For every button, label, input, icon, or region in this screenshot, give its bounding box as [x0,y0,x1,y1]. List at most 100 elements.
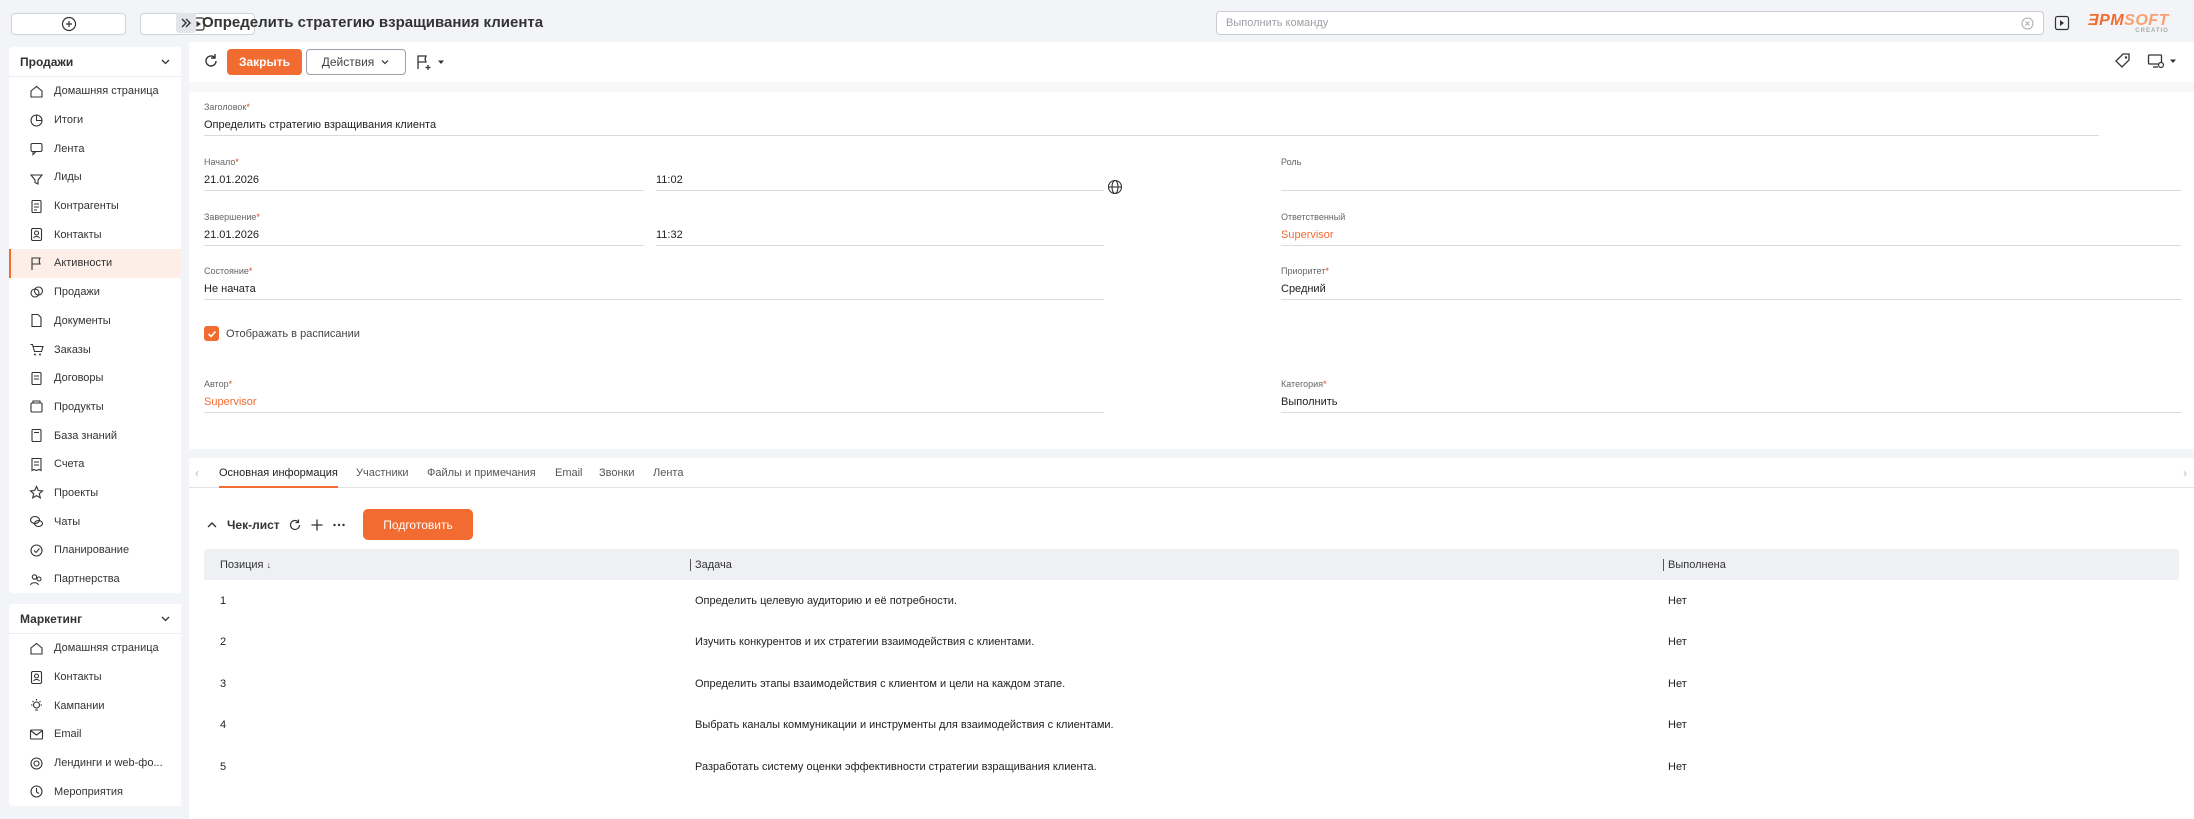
sidebar-item[interactable]: Продукты [9,393,181,422]
sidebar-item[interactable]: Кампании [9,691,181,720]
priority-value[interactable]: Средний [1281,278,2181,300]
end-time-value[interactable]: 11:32 [656,224,1104,246]
add-button[interactable] [11,13,126,35]
tag-icon[interactable] [2114,52,2132,70]
sidebar-item[interactable]: Партнерства [9,565,181,594]
sidebar-item[interactable]: Домашняя страница [9,634,181,663]
chevron-down-icon [161,59,170,65]
tab-feed[interactable]: Лента [653,458,683,488]
sidebar-item[interactable]: Проекты [9,479,181,508]
category-field[interactable]: Категория* Выполнить [1281,379,2181,413]
start-date-field[interactable]: Начало* 21.01.2026 [204,157,644,191]
tab-main-info[interactable]: Основная информация [219,458,338,488]
sidebar-item[interactable]: Планирование [9,536,181,565]
sidebar-item[interactable]: Договоры [9,364,181,393]
role-value[interactable] [1281,169,2181,191]
view-settings-button[interactable] [2147,52,2183,70]
document-icon [31,314,42,328]
sidebar-section-header[interactable]: Продажи [9,47,181,77]
table-row[interactable]: 5 Разработать систему оценки эффективност… [204,746,2179,788]
priority-field[interactable]: Приоритет* Средний [1281,266,2181,300]
table-row[interactable]: 4 Выбрать каналы коммуникации и инструмен… [204,705,2179,747]
tabs-scroll-right-icon[interactable]: › [2183,466,2187,480]
sidebar-item[interactable]: Лента [9,134,181,163]
owner-value[interactable]: Supervisor [1281,224,2181,246]
sidebar-item[interactable]: Контрагенты [9,192,181,221]
play-screen-icon [2054,15,2070,31]
sidebar-item[interactable]: Контакты [9,220,181,249]
title-value[interactable]: Определить стратегию взращивания клиента [204,114,2099,136]
refresh-icon[interactable] [202,52,220,70]
globe-icon[interactable] [1107,179,1123,195]
sidebar-item-label: Лента [54,142,85,155]
sidebar-item-label: Планирование [54,544,130,557]
sidebar-item[interactable]: Домашняя страница [9,77,181,106]
sidebar-section-marketing: Маркетинг Домашняя страница Контакты Кампан… [9,604,181,807]
start-time-field[interactable]: 11:02 [656,157,1104,191]
tab-email[interactable]: Email [555,458,583,488]
table-row[interactable]: 3 Определить этапы взаимодействия с клиен… [204,663,2179,705]
sidebar-item[interactable]: Мероприятия [9,777,181,806]
status-value[interactable]: Не начата [204,278,1104,300]
sidebar-item[interactable]: База знаний [9,421,181,450]
tab-participants[interactable]: Участники [356,458,409,488]
status-field[interactable]: Состояние* Не начата [204,266,1104,300]
sidebar-item[interactable]: Email [9,720,181,749]
sidebar-item[interactable]: Лендинги и web-фо... [9,749,181,778]
tab-files[interactable]: Файлы и примечания [427,458,536,488]
flag-menu-button[interactable] [415,53,451,71]
end-date-field[interactable]: Завершение* 21.01.2026 [204,212,644,246]
command-input[interactable]: Выполнить команду [1216,11,2044,35]
clear-icon[interactable] [2021,17,2034,30]
column-done[interactable]: Выполнена [1663,558,2179,571]
start-date-value[interactable]: 21.01.2026 [204,169,644,191]
actions-button[interactable]: Действия [306,49,406,75]
more-icon[interactable] [332,518,346,532]
table-row[interactable]: 2 Изучить конкурентов и их стратегии взаи… [204,622,2179,664]
category-value[interactable]: Выполнить [1281,391,2181,413]
sidebar-item-label: Заказы [54,343,91,356]
close-button[interactable]: Закрыть [227,49,302,75]
sidebar-item[interactable]: Продажи [9,278,181,307]
cell-done: Нет [1668,636,1687,649]
sidebar-item[interactable]: Чаты [9,507,181,536]
sidebar-item[interactable]: Счета [9,450,181,479]
leads-icon [29,174,44,185]
role-field[interactable]: Роль [1281,157,2181,191]
tab-calls[interactable]: Звонки [599,458,635,488]
sidebar-section-header[interactable]: Маркетинг [9,604,181,634]
column-position[interactable]: Позиция ↓ [204,559,690,571]
author-field[interactable]: Автор* Supervisor [204,379,1104,413]
priority-label-text: Приоритет [1281,266,1326,276]
plus-icon[interactable] [310,518,324,532]
checkbox-checked-icon[interactable] [204,326,219,341]
sidebar-item[interactable]: Документы [9,307,181,336]
checkmark-icon [207,330,216,338]
checklist-title: Чек-лист [227,518,280,532]
end-date-value[interactable]: 21.01.2026 [204,224,644,246]
author-value[interactable]: Supervisor [204,391,1104,413]
invoice-icon [31,457,42,472]
collapse-sidebar-button[interactable] [176,13,196,33]
end-time-field[interactable]: 11:32 [656,212,1104,246]
role-label: Роль [1281,157,1302,167]
column-task[interactable]: Задача [690,558,1663,571]
chevron-up-icon[interactable] [205,518,219,532]
show-in-schedule-checkbox[interactable]: Отображать в расписании [204,326,360,341]
tabs-scroll-left-icon[interactable]: ‹ [195,466,199,480]
sidebar-item[interactable]: Лиды [9,163,181,192]
table-row[interactable]: 1 Определить целевую аудиторию и её потре… [204,580,2179,622]
start-time-value[interactable]: 11:02 [656,169,1104,191]
sidebar-item[interactable]: Контакты [9,663,181,692]
title-field[interactable]: Заголовок* Определить стратегию взращива… [204,102,2099,136]
owner-field[interactable]: Ответственный Supervisor [1281,212,2181,246]
sidebar-item[interactable]: Активности [9,249,181,278]
refresh-icon[interactable] [288,518,302,532]
prepare-button[interactable]: Подготовить [363,509,473,540]
process-button[interactable] [2053,14,2071,32]
contract-icon [31,371,42,385]
sidebar-item[interactable]: Заказы [9,335,181,364]
contacts-icon [30,228,43,242]
sidebar-item[interactable]: Итоги [9,106,181,135]
cell-position: 3 [220,677,227,690]
